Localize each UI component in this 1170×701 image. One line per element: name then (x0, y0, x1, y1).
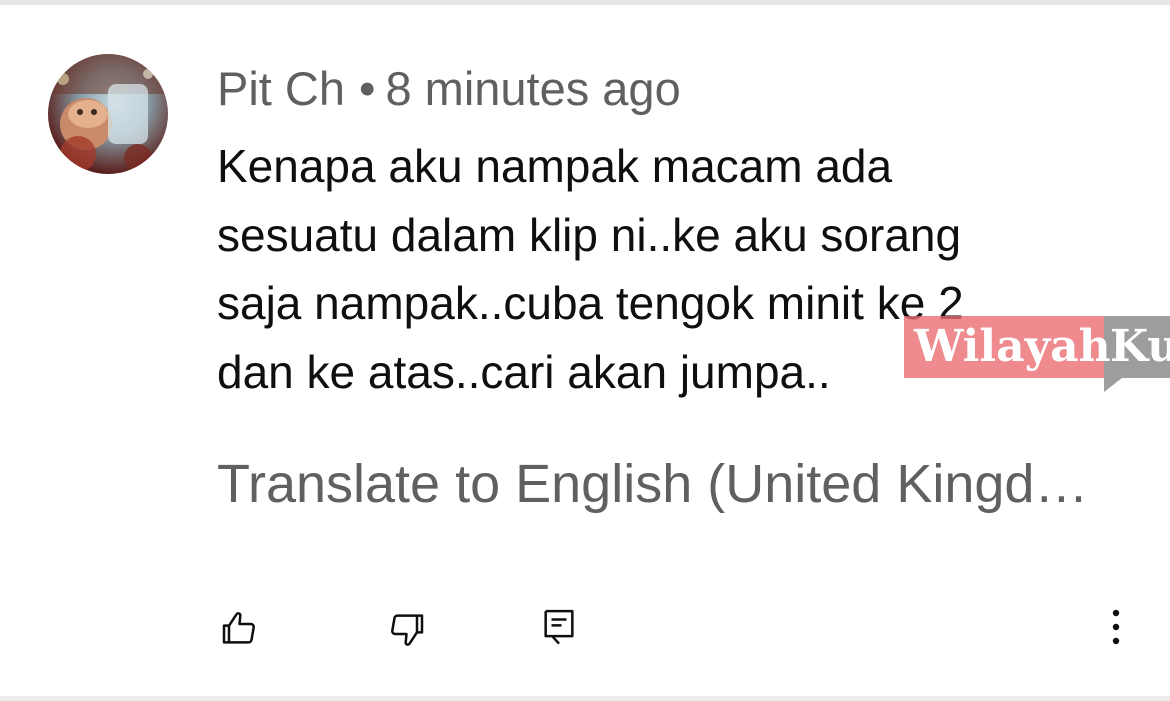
author-name[interactable]: Pit Ch (217, 62, 345, 115)
dislike-button[interactable] (384, 606, 430, 652)
comment-line: sesuatu dalam klip ni..ke aku sorang (217, 208, 962, 261)
watermark-tail (1104, 378, 1122, 392)
watermark-logo: Wilayah Ku (904, 316, 1170, 392)
thumbs-up-icon (222, 612, 255, 644)
comment-meta: Pit Ch • 8 minutes ago (217, 58, 681, 120)
top-divider (0, 0, 1170, 5)
comment-timestamp: 8 minutes ago (385, 62, 681, 115)
avatar-image (48, 54, 168, 174)
thumbs-down-icon (391, 614, 424, 646)
watermark-text-secondary: Ku (1110, 321, 1170, 372)
more-vertical-icon (1112, 609, 1120, 645)
reply-comment-icon (544, 609, 574, 645)
reply-button[interactable] (536, 604, 582, 650)
bottom-divider (0, 696, 1170, 701)
meta-separator: • (359, 62, 376, 115)
more-actions-button[interactable] (1096, 604, 1136, 650)
like-button[interactable] (216, 606, 262, 652)
watermark-text-primary: Wilayah (914, 321, 1111, 372)
translate-link[interactable]: Translate to English (United Kingd… (217, 452, 1088, 516)
comment-line: Kenapa aku nampak macam ada (217, 140, 893, 192)
avatar[interactable] (48, 54, 168, 174)
